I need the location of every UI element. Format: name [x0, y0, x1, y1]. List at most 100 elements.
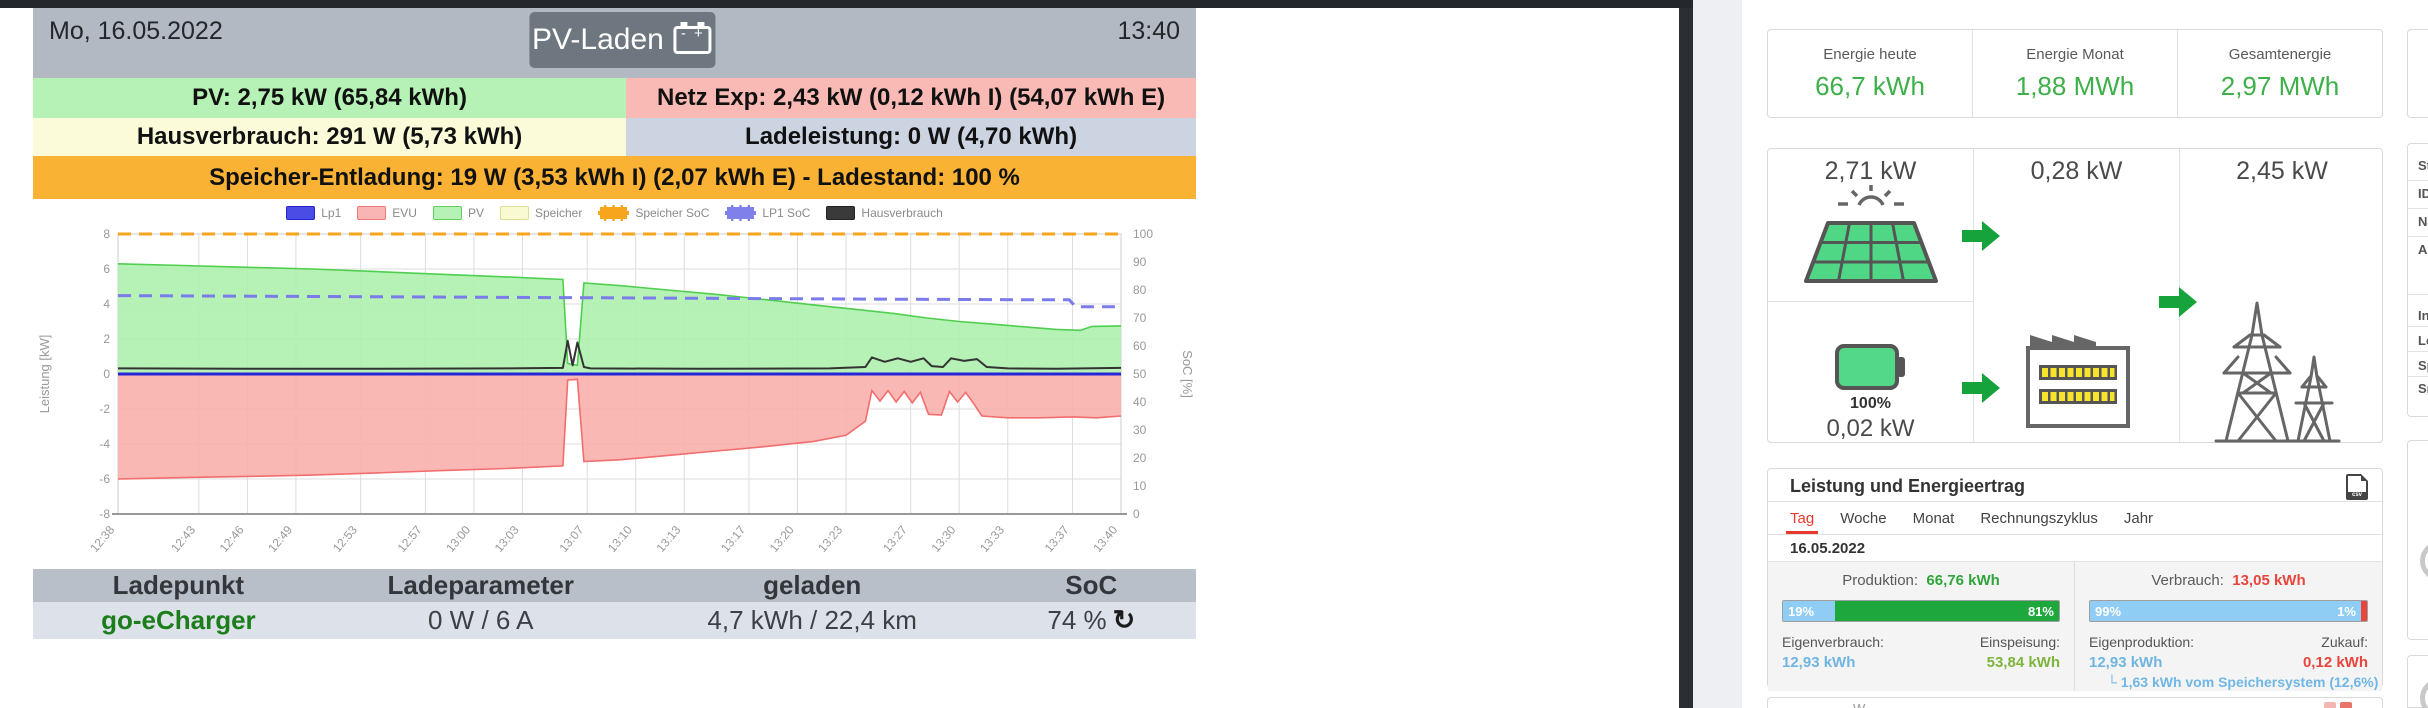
row-divider	[2408, 376, 2428, 377]
legend-item-lp1: Lp1	[286, 206, 341, 220]
verbrauch-label: Verbrauch:	[2151, 572, 2224, 589]
svg-text:-4: -4	[99, 437, 110, 451]
pv-laden-mode-button[interactable]: PV-Laden - +	[528, 12, 715, 68]
system-info-row: Ad	[2418, 242, 2428, 257]
svg-text:6: 6	[103, 262, 110, 276]
soc-refresh-icon[interactable]: ↻	[1113, 607, 1136, 634]
battery-icon: - +	[673, 22, 712, 54]
gauge-icon	[2420, 541, 2428, 581]
tab-tag[interactable]: Tag	[1785, 502, 1819, 534]
einspeisung-value: 53,84 kWh	[1986, 654, 2060, 671]
status-badge	[2340, 702, 2352, 708]
partial-panel-text: W	[1853, 701, 1865, 708]
bar-segment-green: 81%	[1835, 601, 2059, 621]
consumption-stats: Verbrauch: 13,05 kWh 99% 1% Eigenprodukti…	[2075, 562, 2382, 691]
energy-month-label: Energie Monat	[2026, 45, 2124, 63]
svg-text:12:53: 12:53	[330, 523, 360, 555]
mode-button-label: PV-Laden	[532, 23, 664, 56]
svg-text:13:37: 13:37	[1042, 523, 1072, 555]
svg-text:12:43: 12:43	[168, 523, 198, 555]
legend-item-speicher: Speicher	[499, 206, 582, 220]
clock-label: 13:40	[1117, 17, 1180, 45]
row-divider	[2408, 351, 2428, 352]
svg-text:13:30: 13:30	[928, 523, 958, 555]
svg-text:-8: -8	[99, 507, 110, 521]
col-ladepunkt: Ladepunkt	[112, 570, 245, 600]
solarweb-window: Energie heute 66,7 kWh Energie Monat 1,8…	[1742, 0, 2428, 708]
svg-text:100: 100	[1133, 227, 1153, 241]
svg-text:13:17: 13:17	[718, 523, 748, 555]
tab-monat[interactable]: Monat	[1913, 502, 1955, 534]
next-panel-partial: W	[1767, 697, 2383, 708]
svg-text:13:40: 13:40	[1090, 523, 1120, 555]
gauge-icon	[2420, 678, 2428, 708]
svg-text:0: 0	[103, 367, 110, 381]
svg-text:13:00: 13:00	[443, 523, 473, 555]
system-info-row: ID	[2418, 186, 2428, 201]
power-chart: Lp1 EVU PV Speicher Speicher SoC LP1 SoC Hausv…	[33, 199, 1196, 559]
charged-amount: 4,7 kWh / 22,4 km	[707, 605, 917, 635]
battery-power-label: 0,02 kW	[1826, 415, 1915, 442]
browser-margin	[1693, 0, 1742, 708]
system-info-row: Sta	[2418, 158, 2428, 173]
legend-item-pv: PV	[432, 206, 484, 220]
svg-text:13:10: 13:10	[605, 523, 635, 555]
chargepoint-table: Ladepunkt Ladeparameter geladen SoC go-e…	[33, 569, 1196, 639]
tab-rechnungszyklus[interactable]: Rechnungszyklus	[1980, 502, 2098, 534]
svg-text:-6: -6	[99, 472, 110, 486]
bar-segment-blue: 99% 1%	[2090, 601, 2361, 621]
svg-text:13:23: 13:23	[815, 523, 845, 555]
legend-swatch	[432, 206, 462, 220]
pv-power-bar: PV: 2,75 kW (65,84 kWh)	[33, 78, 627, 118]
tab-jahr[interactable]: Jahr	[2124, 502, 2153, 534]
svg-text:20: 20	[1133, 451, 1147, 465]
legend-swatch	[598, 205, 630, 221]
window-top-strip	[0, 0, 1693, 8]
energy-flow-card: 2,71 kW 0,28 kW 2,45 kW 100% 0,02 kW	[1767, 148, 2383, 443]
window-divider	[1679, 0, 1693, 708]
soc-cell: 74 % ↻	[987, 602, 1196, 639]
production-stats: Produktion: 66,76 kWh 19% 81% Eigenverbra…	[1768, 562, 2075, 691]
house-consumption-bar: Hausverbrauch: 291 W (5,73 kWh)	[33, 118, 627, 156]
energy-today-value: 66,7 kWh	[1815, 70, 1925, 101]
system-info-row: Ins	[2418, 308, 2428, 323]
svg-text:-2: -2	[99, 402, 110, 416]
energy-month-value: 1,88 MWh	[2015, 70, 2135, 101]
svg-text:40: 40	[1133, 395, 1147, 409]
system-info-card: Sta ID Na Ad Ins Let Sp Sm	[2407, 143, 2428, 417]
legend-item-speicher-soc: Speicher SoC	[598, 205, 709, 221]
svg-text:8: 8	[103, 227, 110, 241]
battery-discharge-bar: Speicher-Entladung: 19 W (3,53 kWh I) (2…	[33, 156, 1196, 199]
svg-text:10: 10	[1133, 479, 1147, 493]
legend-swatch	[357, 206, 387, 220]
energy-total-value: 2,97 MWh	[2220, 70, 2340, 101]
svg-text:13:33: 13:33	[977, 523, 1007, 555]
arrow-pv-to-load-icon	[1962, 221, 2000, 251]
einspeisung-label: Einspeisung:	[1979, 634, 2060, 650]
energy-yield-panel: Leistung und Energieertrag csv Tag Woche M…	[1767, 468, 2383, 691]
svg-text:13:13: 13:13	[653, 523, 683, 555]
energy-summary-card: Energie heute 66,7 kWh Energie Monat 1,8…	[1767, 29, 2383, 118]
battery-soc-label: 100%	[1850, 395, 1891, 412]
flow-grid-power: 2,45 kW	[2236, 157, 2328, 185]
row-divider	[2408, 326, 2428, 327]
tab-woche[interactable]: Woche	[1840, 502, 1886, 534]
energy-month: Energie Monat 1,88 MWh	[1973, 30, 2178, 117]
bar-segment-blue: 19%	[1783, 601, 1836, 621]
legend-swatch	[826, 206, 856, 220]
csv-export-icon[interactable]: csv	[2346, 474, 2368, 500]
panel-title: Leistung und Energieertrag	[1790, 476, 2026, 496]
storage-contribution-note: └ 1,63 kWh vom Speichersystem (12,6%)	[2107, 674, 2379, 690]
date-label: Mo, 16.05.2022	[49, 17, 223, 45]
eigenproduktion-label: Eigenproduktion:	[2089, 634, 2195, 650]
svg-text:12:57: 12:57	[395, 523, 425, 555]
verbrauch-value: 13,05 kWh	[2232, 572, 2306, 589]
row-divider	[2408, 180, 2428, 181]
eigenverbrauch-value: 12,93 kWh	[1782, 654, 1856, 671]
svg-text:0: 0	[1133, 507, 1140, 521]
openwb-header: Mo, 16.05.2022 PV-Laden - + 13:40	[33, 8, 1196, 78]
svg-text:13:03: 13:03	[492, 523, 522, 555]
col-ladeparameter: Ladeparameter	[387, 570, 574, 600]
status-bars: PV: 2,75 kW (65,84 kWh) Netz Exp: 2,43 k…	[33, 78, 1196, 199]
svg-text:13:20: 13:20	[767, 523, 797, 555]
